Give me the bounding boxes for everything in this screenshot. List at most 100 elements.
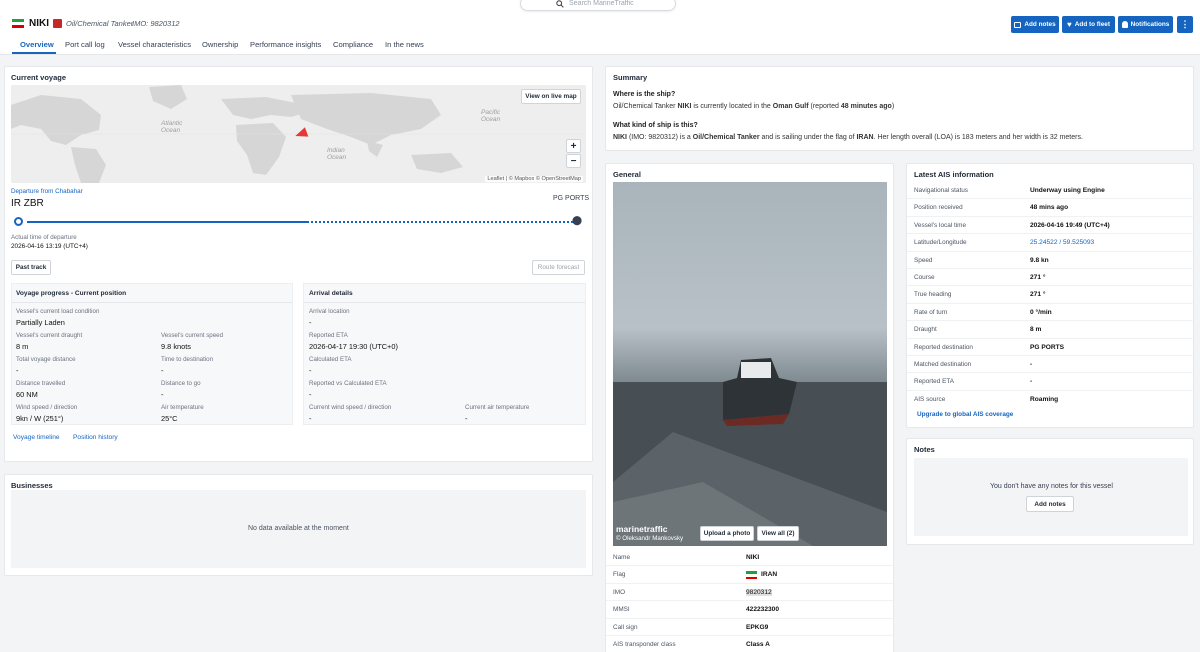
notes-title: Notes — [914, 445, 935, 454]
wind: Wind speed / direction 9kn / W (251°) — [16, 404, 78, 423]
vessel-imo: IMO: 9820312 — [132, 19, 180, 28]
ais-title: Latest AIS information — [914, 170, 994, 179]
ais-row: Speed 9.8 kn — [907, 252, 1195, 269]
upload-photo-button[interactable]: Upload a photo — [700, 526, 754, 541]
ais-row: Vessel's local time 2026-04-16 19:49 (UTC… — [907, 217, 1195, 235]
note-icon — [1014, 21, 1022, 28]
bell-icon — [1121, 21, 1128, 28]
past-track-button[interactable]: Past track — [11, 260, 51, 275]
add-notes-button[interactable]: Add notes — [1011, 16, 1059, 33]
zoom-out-button[interactable]: − — [566, 154, 581, 168]
ais-row: Latitude/Longitude 25.24522 / 59.525093 — [907, 234, 1195, 252]
notifications-button[interactable]: Notifications — [1118, 16, 1173, 33]
reported-eta: Reported ETA 2026-04-17 19:30 (UTC+0) — [309, 332, 398, 351]
arrival-details-box: Arrival details Arrival location - Repor… — [303, 283, 586, 425]
view-all-photos-button[interactable]: View all (2) — [757, 526, 799, 541]
ais-row: AIS source Roaming — [914, 395, 1059, 403]
ship-photo-illustration — [613, 358, 887, 546]
ais-row: True heading 271 ° — [907, 286, 1195, 304]
notes-panel: Notes You don't have any notes for this … — [906, 438, 1194, 545]
map-label-atlantic: Atlantic Ocean — [161, 120, 183, 134]
ais-row: Matched destination - — [907, 356, 1195, 374]
ais-row: Reported ETA - — [907, 373, 1195, 391]
more-menu-button[interactable]: ⋮ — [1177, 16, 1193, 33]
photo-credit: © Oleksandr Mankovsky — [616, 535, 684, 542]
load-condition: Vessel's current load condition Partiall… — [16, 308, 100, 327]
tab-ownership[interactable]: Ownership — [202, 40, 238, 49]
total-distance: Total voyage distance - — [16, 356, 76, 375]
map-attribution[interactable]: Leaflet | © Mapbox © OpenStreetMap — [485, 176, 583, 182]
summary-answer-kind: NIKI (IMO: 9820312) is a Oil/Chemical Ta… — [613, 134, 1083, 141]
businesses-panel: Businesses No data available at the mome… — [4, 474, 593, 576]
flag-icon-iran — [746, 571, 757, 580]
heart-icon: ♥ — [1067, 20, 1072, 29]
departure-port-link[interactable]: Departure from Chabahar — [11, 188, 83, 195]
map-label-pacific: Pacific Ocean — [481, 109, 501, 123]
zoom-in-button[interactable]: + — [566, 139, 581, 153]
tab-port-call-log[interactable]: Port call log — [65, 40, 105, 49]
businesses-title: Businesses — [11, 481, 53, 490]
upgrade-ais-link[interactable]: Upgrade to global AIS coverage — [917, 411, 1013, 418]
voyage-timeline-link[interactable]: Voyage timeline — [13, 434, 60, 441]
ais-row: Draught 8 m — [907, 321, 1195, 339]
tab-in-the-news[interactable]: In the news — [385, 40, 424, 49]
photo-brand: marinetraffic — [616, 524, 668, 534]
ais-row: Navigational status Underway using Engine — [907, 182, 1195, 200]
summary-question-location: Where is the ship? — [613, 91, 676, 98]
lat-lon-link[interactable]: 25.24522 / 59.525093 — [1030, 239, 1094, 246]
current-voyage-panel: Current voyage Atlantic Ocean Indian Ocean… — [4, 66, 593, 462]
add-notes-panel-button[interactable]: Add notes — [1026, 496, 1074, 512]
tab-vessel-characteristics[interactable]: Vessel characteristics — [118, 40, 191, 49]
voyage-progress-bar — [27, 221, 307, 223]
summary-panel: Summary Where is the ship? Oil/Chemical … — [605, 66, 1194, 151]
businesses-empty-box: No data available at the moment — [11, 490, 586, 568]
summary-question-kind: What kind of ship is this? — [613, 122, 698, 129]
general-row-imo: IMO 9820312 — [606, 584, 895, 602]
search-placeholder: Search MarineTraffic — [569, 0, 634, 7]
divider — [304, 302, 585, 303]
tab-active-underline — [12, 52, 56, 54]
vessel-photo[interactable]: marinetraffic © Oleksandr Mankovsky Uplo… — [613, 182, 887, 546]
current-air-temperature: Current air temperature - — [465, 404, 530, 423]
time-to-destination: Time to destination - — [161, 356, 214, 375]
vessel-name: NIKI — [29, 18, 49, 29]
map-label-indian: Indian Ocean — [327, 147, 347, 161]
ais-row: Course 271 ° — [907, 269, 1195, 287]
tab-compliance[interactable]: Compliance — [333, 40, 373, 49]
position-history-link[interactable]: Position history — [73, 434, 118, 441]
destination-code: PG PORTS — [553, 195, 590, 202]
voyage-progress-box: Voyage progress - Current position Vesse… — [11, 283, 293, 425]
air-temperature: Air temperature 25°C — [161, 404, 204, 423]
search-icon — [556, 0, 564, 8]
distance-to-go: Distance to go - — [161, 380, 201, 399]
general-row-ais-class: AIS transponder class Class A — [606, 636, 895, 652]
general-panel: General marinetraffic © Oleksandr Mankov… — [605, 163, 895, 652]
vessel-type: Oil/Chemical Tanker — [66, 19, 134, 28]
departure-code: IR ZBR — [11, 198, 44, 209]
ais-row: Rate of turn 0 °/min — [907, 304, 1195, 322]
ais-row: Position received 48 mins ago — [907, 199, 1195, 217]
voyage-progress-start-icon — [14, 217, 23, 226]
general-row-flag: Flag IRAN — [606, 566, 895, 584]
current-draught: Vessel's current draught 8 m — [16, 332, 83, 351]
tab-performance-insights[interactable]: Performance insights — [250, 40, 321, 49]
general-row-name: Name NIKI — [606, 549, 895, 567]
notes-empty-box: You don't have any notes for this vessel… — [914, 458, 1188, 536]
tab-overview[interactable]: Overview — [20, 40, 54, 49]
summary-answer-location: Oil/Chemical Tanker NIKI is currently lo… — [613, 103, 895, 110]
search-box[interactable]: Search MarineTraffic — [520, 0, 676, 11]
reported-vs-calculated-eta: Reported vs Calculated ETA - — [309, 380, 387, 399]
voyage-map[interactable]: Atlantic Ocean Indian Ocean Pacific Ocean V… — [11, 85, 586, 183]
route-forecast-button[interactable]: Route forecast — [532, 260, 585, 275]
add-to-fleet-button[interactable]: ♥ Add to fleet — [1062, 16, 1115, 33]
notes-empty-text: You don't have any notes for this vessel — [990, 483, 1113, 490]
ais-panel: Latest AIS information Navigational stat… — [906, 163, 1195, 428]
arrival-location: Arrival location - — [309, 308, 350, 327]
current-speed: Vessel's current speed 9.8 knots — [161, 332, 224, 351]
arrival-details-title: Arrival details — [309, 290, 353, 297]
calculated-eta: Calculated ETA - — [309, 356, 352, 375]
atd-label: Actual time of departure — [11, 234, 77, 241]
ais-row: Reported destination PG PORTS — [907, 339, 1195, 356]
general-row-call-sign: Call sign EPKG9 — [606, 619, 895, 636]
view-on-live-map-button[interactable]: View on live map — [521, 89, 581, 104]
